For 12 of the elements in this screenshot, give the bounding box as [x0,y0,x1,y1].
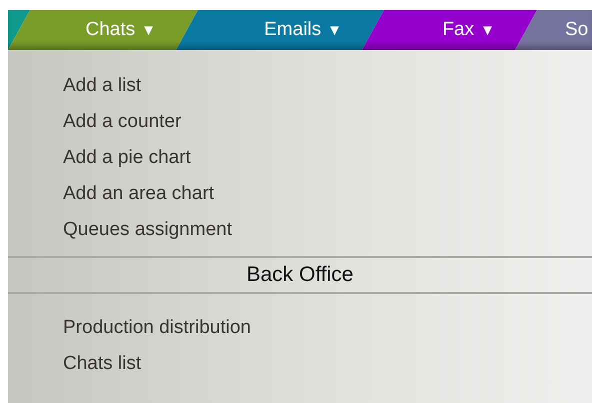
menu-item[interactable]: Production distribution [8,310,592,346]
menu-item[interactable]: Add a counter [8,104,592,140]
caret-icon: ▼ [480,22,495,38]
section-title: Back Office [246,263,354,287]
menu-item[interactable]: Add a pie chart [8,140,592,176]
menu-item[interactable]: Add a list [8,68,592,104]
menu-item[interactable]: Queues assignment [8,212,592,248]
caret-icon: ▼ [327,22,342,38]
menu-tab[interactable]: Emails ▼ [176,10,384,50]
menu-item[interactable]: Add an area chart [8,176,592,212]
caret-icon: ▼ [141,22,156,38]
menu-item[interactable]: Chats list [8,346,592,382]
